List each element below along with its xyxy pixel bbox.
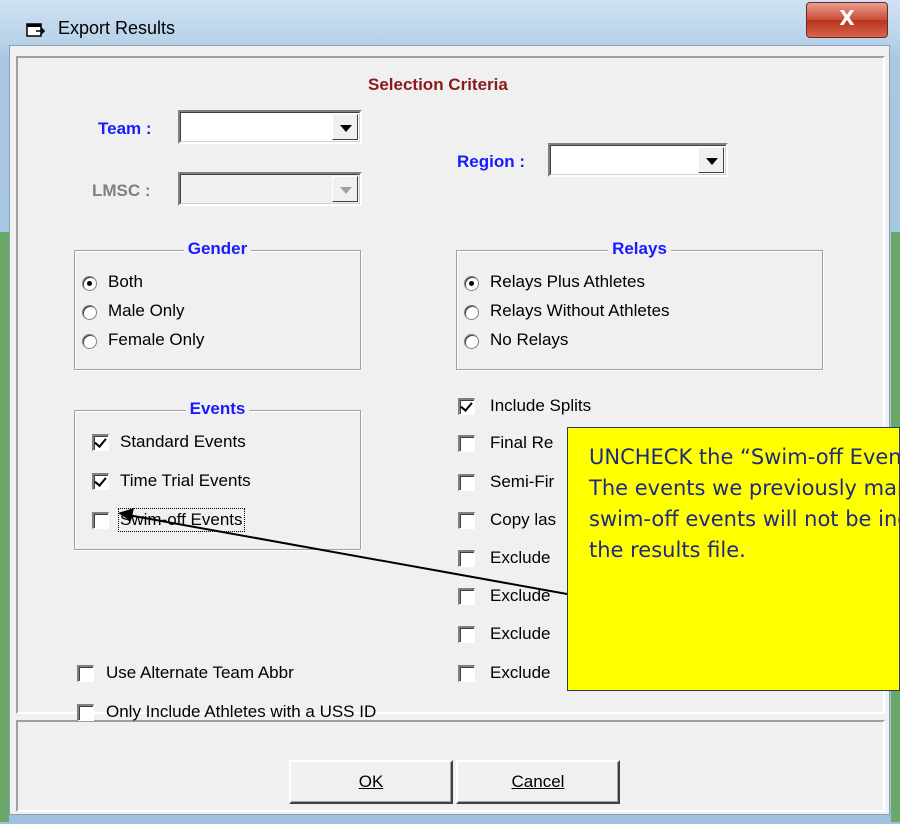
annotation-callout-text: UNCHECK the “Swim-off Events” box. The e…	[589, 445, 899, 562]
annotation-callout: UNCHECK the “Swim-off Events” box. The e…	[567, 427, 900, 691]
export-results-window: Export Results X Selection Criteria Team…	[0, 0, 900, 824]
annotation-arrow	[118, 508, 568, 595]
